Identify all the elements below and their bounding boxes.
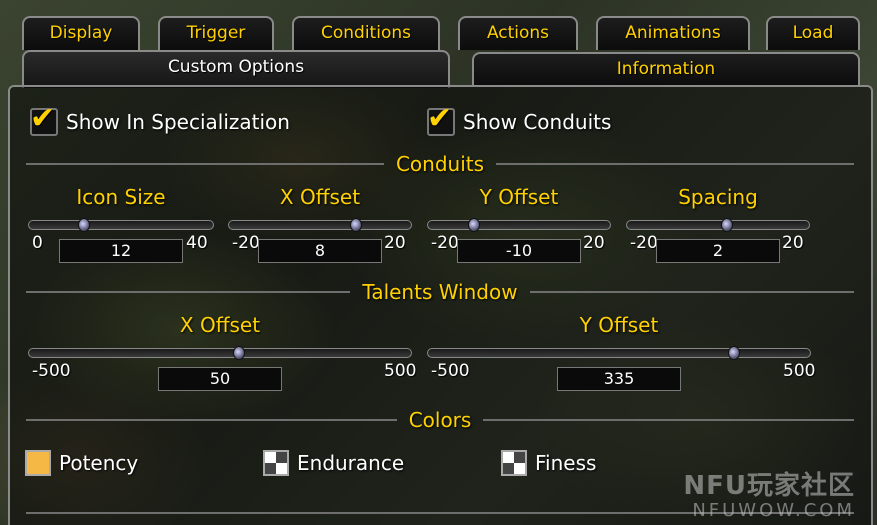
slider-min: -500 <box>431 361 470 381</box>
slider-value-input[interactable]: 8 <box>258 239 382 263</box>
divider <box>496 163 855 165</box>
slider-knob-icon <box>233 346 246 360</box>
slider-value-input[interactable]: 12 <box>59 239 183 263</box>
slider-thumb[interactable] <box>721 214 734 236</box>
slider-label: Icon Size <box>76 185 166 209</box>
slider-value-input[interactable]: 2 <box>656 239 780 263</box>
slider-max: 500 <box>783 361 816 381</box>
tab-load[interactable]: Load <box>766 16 860 50</box>
slider-label: Y Offset <box>479 185 559 209</box>
slider-thumb[interactable] <box>727 342 740 364</box>
tab-actions[interactable]: Actions <box>458 16 578 50</box>
slider-track[interactable] <box>427 218 611 232</box>
slider-max: 500 <box>384 361 417 381</box>
slider-knob-icon <box>467 218 480 232</box>
slider-max: 20 <box>384 233 406 253</box>
show-in-specialization-checkbox[interactable]: ✔ Show In Specialization <box>30 102 290 136</box>
conduits-header: Conduits <box>26 152 855 176</box>
slider-track[interactable] <box>626 218 810 232</box>
color-label: Potency <box>59 451 139 475</box>
color-swatch[interactable] <box>501 450 527 476</box>
watermark-url: NFUWOW.COM <box>692 500 855 521</box>
checkbox-box: ✔ <box>30 102 58 136</box>
color-swatch[interactable] <box>25 450 51 476</box>
color-finess[interactable]: Finess <box>501 450 596 476</box>
slider-value-input[interactable]: -10 <box>457 239 581 263</box>
slider-knob-icon <box>727 346 740 360</box>
checkbox-box: ✔ <box>427 102 455 136</box>
divider <box>26 163 384 165</box>
tab-conditions[interactable]: Conditions <box>292 16 440 50</box>
slider-knob-icon <box>350 218 363 232</box>
slider-knob-icon <box>78 218 91 232</box>
slider-thumb[interactable] <box>467 214 480 236</box>
section-title: Talents Window <box>362 280 518 304</box>
slider-thumb[interactable] <box>233 342 246 364</box>
color-label: Endurance <box>297 451 405 475</box>
section-title: Colors <box>408 408 472 432</box>
slider-thumb[interactable] <box>78 214 91 236</box>
slider-min: 0 <box>32 233 43 253</box>
tab-display[interactable]: Display <box>22 16 140 50</box>
checkbox-label: Show In Specialization <box>66 110 290 134</box>
slider-label: Y Offset <box>579 313 659 337</box>
slider-min: -500 <box>32 361 71 381</box>
slider-max: 40 <box>186 233 208 253</box>
checkmark-icon: ✔ <box>427 101 453 136</box>
slider-value-input[interactable]: 50 <box>158 367 282 391</box>
slider-label: Spacing <box>678 185 758 209</box>
watermark-logo: NFU玩家社区 <box>683 471 855 501</box>
slider-knob-icon <box>721 218 734 232</box>
slider-track[interactable] <box>228 218 412 232</box>
slider-track[interactable] <box>28 218 214 232</box>
slider-min: -20 <box>232 233 260 253</box>
color-swatch[interactable] <box>263 450 289 476</box>
tab-information[interactable]: Information <box>472 52 860 86</box>
tab-custom-options[interactable]: Custom Options <box>22 50 450 88</box>
color-endurance[interactable]: Endurance <box>263 450 404 476</box>
talents-window-header: Talents Window <box>26 280 854 304</box>
tab-trigger[interactable]: Trigger <box>158 16 274 50</box>
tab-animations[interactable]: Animations <box>596 16 750 50</box>
color-potency[interactable]: Potency <box>25 450 138 476</box>
slider-track[interactable] <box>28 346 412 360</box>
slider-track[interactable] <box>427 346 811 360</box>
slider-label: X Offset <box>179 313 261 337</box>
slider-min: -20 <box>431 233 459 253</box>
slider-max: 20 <box>782 233 804 253</box>
checkbox-label: Show Conduits <box>463 110 612 134</box>
color-label: Finess <box>535 451 597 475</box>
slider-thumb[interactable] <box>350 214 363 236</box>
slider-min: -20 <box>630 233 658 253</box>
section-title: Conduits <box>395 152 485 176</box>
divider <box>529 291 854 293</box>
divider <box>26 291 351 293</box>
divider <box>26 419 397 421</box>
colors-header: Colors <box>26 408 855 432</box>
show-conduits-checkbox[interactable]: ✔ Show Conduits <box>427 102 612 136</box>
slider-label: X Offset <box>279 185 361 209</box>
slider-value-input[interactable]: 335 <box>557 367 681 391</box>
slider-max: 20 <box>583 233 605 253</box>
divider <box>483 419 855 421</box>
checkmark-icon: ✔ <box>30 101 56 136</box>
